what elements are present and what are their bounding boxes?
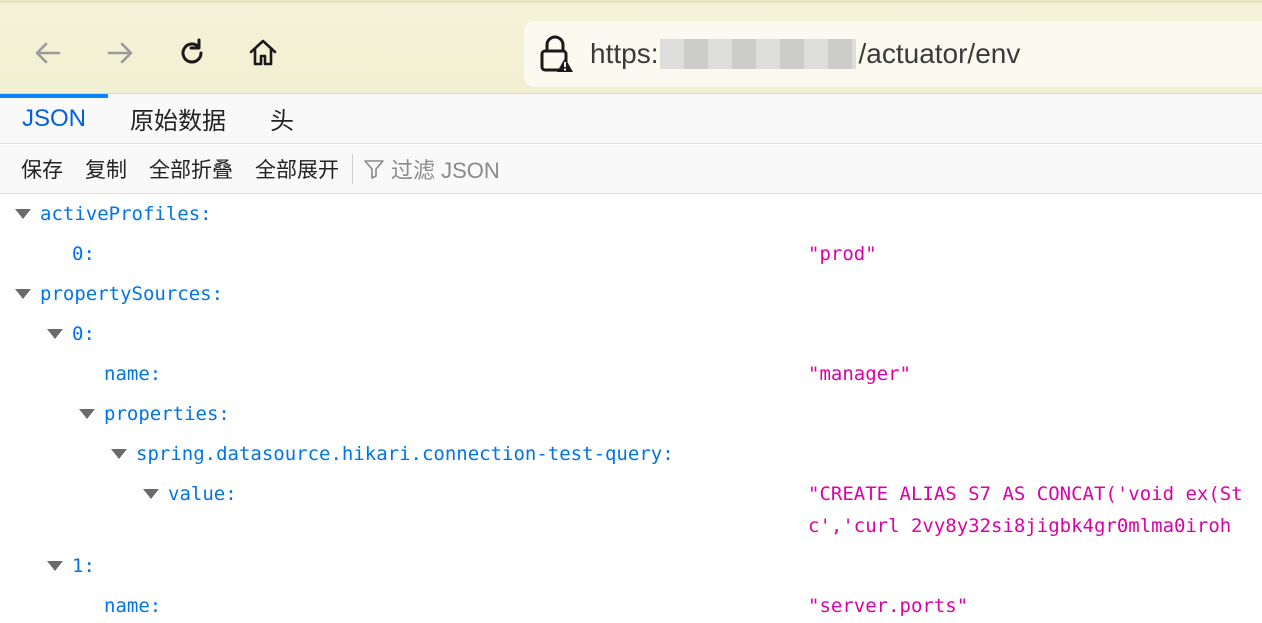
reload-button[interactable] (172, 33, 212, 73)
tree-row-property-sources[interactable]: propertySources: (0, 275, 1262, 315)
json-tree: activeProfiles: 0: "prod" propertySource… (0, 195, 1262, 623)
arrow-right-icon (107, 42, 133, 64)
json-value-line-2: c','curl 2vy8y32si8jigbk4gr0mlma0iroh (808, 515, 1232, 537)
json-value: "prod" (808, 243, 877, 265)
browser-toolbar: https: /actuator/env (0, 0, 1262, 94)
tree-row-connection-test-query[interactable]: spring.datasource.hikari.connection-test… (0, 435, 1262, 475)
json-key: name: (104, 363, 162, 385)
expand-toggle-icon[interactable] (47, 561, 63, 571)
tree-row-property-sources-0[interactable]: 0: (0, 315, 1262, 355)
save-button[interactable]: 保存 (10, 145, 74, 193)
json-toolbar: 保存 复制 全部折叠 全部展开 过滤 JSON (0, 145, 1262, 194)
json-key: 1: (72, 555, 95, 577)
url-path: /actuator/env (858, 38, 1021, 69)
tree-row-active-profiles[interactable]: activeProfiles: (0, 195, 1262, 235)
json-value: "manager" (808, 363, 911, 385)
json-key: spring.datasource.hikari.connection-test… (136, 443, 674, 465)
expand-all-button[interactable]: 全部展开 (244, 145, 350, 193)
expand-toggle-icon[interactable] (15, 289, 31, 299)
json-key: activeProfiles: (40, 203, 212, 225)
filter-icon (364, 160, 384, 179)
tree-row-ps0-properties[interactable]: properties: (0, 395, 1262, 435)
expand-toggle-icon[interactable] (79, 409, 95, 419)
tree-row-ps1-name[interactable]: name: "server.ports" (0, 587, 1262, 623)
filter-placeholder: 过滤 JSON (391, 158, 500, 183)
redacted-host (660, 39, 857, 69)
toolbar-divider (352, 154, 353, 184)
json-value-line-1: "CREATE ALIAS S7 AS CONCAT('void ex(St (808, 483, 1243, 505)
filter-json-input[interactable]: 过滤 JSON (363, 153, 500, 185)
json-key: properties: (104, 403, 230, 425)
tree-row-property-sources-1[interactable]: 1: (0, 547, 1262, 587)
url-text: https: /actuator/env (590, 38, 1020, 70)
tree-row-active-profiles-0[interactable]: 0: "prod" (0, 235, 1262, 275)
forward-button[interactable] (100, 33, 140, 73)
expand-toggle-icon[interactable] (111, 449, 127, 459)
collapse-all-button[interactable]: 全部折叠 (138, 145, 244, 193)
expand-toggle-icon[interactable] (15, 209, 31, 219)
arrow-left-icon (35, 42, 61, 64)
home-icon (249, 39, 277, 66)
tree-row-ps0-name[interactable]: name: "manager" (0, 355, 1262, 395)
json-key: 0: (72, 243, 95, 265)
json-key: value: (168, 483, 237, 505)
address-bar[interactable]: https: /actuator/env (524, 21, 1262, 87)
home-button[interactable] (243, 33, 283, 73)
expand-toggle-icon[interactable] (47, 329, 63, 339)
tab-headers[interactable]: 头 (248, 94, 316, 143)
tab-raw-data[interactable]: 原始数据 (108, 94, 248, 143)
json-value: "server.ports" (808, 595, 969, 617)
viewer-tabs: JSON 原始数据 头 (0, 94, 1262, 144)
copy-button[interactable]: 复制 (74, 145, 138, 193)
tree-row-value[interactable]: value: "CREATE ALIAS S7 AS CONCAT('void … (0, 475, 1262, 547)
json-key: 0: (72, 323, 95, 345)
insecure-lock-icon (538, 34, 574, 74)
json-key: propertySources: (40, 283, 224, 305)
url-scheme: https: (590, 38, 659, 69)
reload-icon (181, 38, 203, 64)
expand-toggle-icon[interactable] (143, 489, 159, 499)
tab-json[interactable]: JSON (0, 94, 109, 143)
back-button[interactable] (28, 33, 68, 73)
json-key: name: (104, 595, 162, 617)
